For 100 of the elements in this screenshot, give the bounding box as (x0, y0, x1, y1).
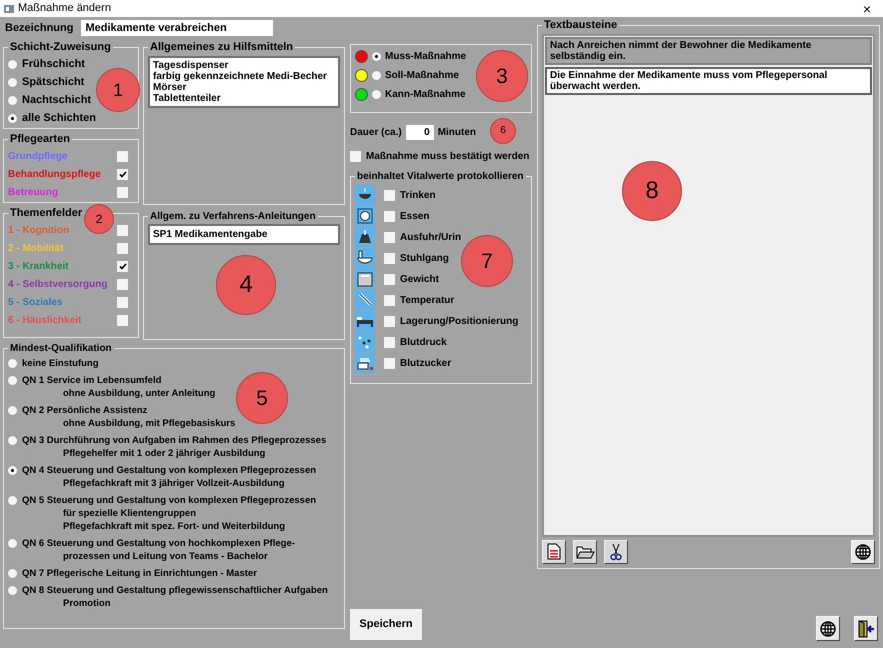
number-marker: 5 (236, 372, 288, 424)
procedure-textarea[interactable]: SP1 Medikamentengabe (148, 224, 340, 245)
radio-label: Nachtschicht (22, 92, 92, 108)
radio-button[interactable] (8, 569, 17, 578)
radio-button[interactable] (372, 90, 381, 99)
plate-icon[interactable] (355, 206, 375, 226)
option-label: QN 7 Pflegerische Leitung in Einrichtungen - Master (22, 567, 257, 580)
cut-button[interactable] (604, 540, 628, 564)
checkbox[interactable] (384, 190, 395, 200)
checkbox[interactable] (384, 232, 395, 242)
checkbox-label: Trinken (400, 188, 436, 202)
option-label: QN 5 Steuerung und Gestaltung von komplexen Pflegeprozessen (22, 494, 316, 507)
toilet-icon[interactable] (355, 248, 375, 268)
checkbox[interactable] (384, 252, 395, 264)
radio-button[interactable] (372, 52, 381, 61)
radio-button[interactable] (8, 359, 17, 368)
number-marker: 1 (96, 68, 140, 112)
radio-button[interactable] (8, 406, 17, 415)
globe-icon (820, 620, 836, 636)
checkbox[interactable] (384, 358, 395, 368)
bowl-icon[interactable] (355, 185, 375, 205)
aids-textarea[interactable]: Tagesdispenser farbig gekennzeichnete Medi-Becher Mörser Tablettenteiler (148, 56, 340, 108)
group-title: Allgemeines zu Hilfsmitteln (149, 40, 294, 55)
radio-button[interactable] (8, 436, 17, 445)
checkbox[interactable] (384, 336, 395, 348)
number-marker: 4 (216, 255, 276, 315)
close-button[interactable]: × (854, 2, 879, 16)
new-document-button[interactable] (542, 540, 566, 564)
option-label: Pflegefachkraft mit spez. Fort- und Weiterbildung (62, 520, 286, 533)
checkbox[interactable] (117, 224, 128, 236)
checkbox[interactable] (384, 294, 395, 306)
thermometer-icon[interactable] (355, 290, 375, 310)
app-icon (4, 4, 14, 14)
radio-label: Muss-Maßnahme (385, 50, 466, 64)
checkbox[interactable] (117, 150, 128, 162)
duration-field[interactable]: 0 (406, 124, 434, 140)
folder-icon (576, 544, 594, 559)
scale-icon[interactable] (355, 269, 375, 289)
radio-button[interactable] (8, 114, 17, 122)
checkbox[interactable] (384, 210, 395, 222)
radio-label: Frühschicht (22, 56, 85, 72)
checkbox[interactable] (117, 242, 128, 254)
checkbox[interactable] (117, 186, 128, 198)
checkbox-label: Blutdruck (400, 336, 447, 350)
checkbox[interactable] (117, 260, 128, 272)
radio-button[interactable] (8, 60, 17, 68)
checkbox-label: Temperatur (400, 294, 454, 308)
open-folder-button[interactable] (573, 540, 597, 564)
option-label: für spezielle Klientengruppen (62, 507, 198, 520)
group-title: Textbausteine (543, 18, 618, 33)
exit-button[interactable] (854, 616, 878, 641)
text-module[interactable]: Nach Anreichen nimmt der Bewohner die Medikamente selbständig ein. (545, 36, 872, 64)
option-label: prozessen und Leitung von Teams - Bachelor (62, 550, 269, 563)
field-label: Dauer (ca.) (350, 126, 402, 140)
option-label: 3 - Krankheit (8, 260, 69, 274)
globe-button[interactable] (816, 616, 840, 641)
option-label: QN 1 Service im Lebensumfeld (22, 374, 162, 387)
option-label: QN 2 Persönliche Assistenz (22, 404, 148, 417)
radio-button[interactable] (8, 96, 17, 104)
save-button[interactable]: Speichern (350, 609, 422, 640)
checkbox-label: Stuhlgang (400, 252, 449, 266)
radio-button[interactable] (8, 586, 17, 595)
radio-button[interactable] (8, 78, 17, 86)
checkbox[interactable] (350, 150, 361, 162)
bed-icon[interactable] (355, 311, 375, 331)
text-line: farbig gekennzeichnete Medi-Becher (153, 70, 328, 82)
radio-label: Kann-Maßnahme (385, 88, 466, 102)
radio-button[interactable] (8, 539, 17, 548)
checkbox[interactable] (117, 314, 128, 326)
checkbox[interactable] (384, 316, 395, 326)
radio-button[interactable] (8, 376, 17, 385)
globe-button[interactable] (851, 540, 875, 564)
option-label: Behandlungspflege (8, 168, 101, 182)
text-module[interactable]: Die Einnahme der Medikamente muss vom Pflegepersonal überwacht werden. (545, 66, 872, 94)
checkbox-label: Ausfuhr/Urin (400, 230, 462, 244)
field-label: Bezeichnung (5, 20, 74, 36)
radio-button[interactable] (372, 71, 381, 80)
option-label: Grundpflege (8, 150, 68, 164)
checkbox[interactable] (384, 274, 395, 284)
checkbox[interactable] (117, 296, 128, 308)
checkbox[interactable] (117, 278, 128, 290)
text-line: Tablettenteiler (153, 92, 222, 104)
checkbox-label: Lagerung/Positionierung (400, 314, 518, 328)
radio-button[interactable] (8, 496, 17, 505)
number-marker: 3 (476, 50, 528, 102)
checkbox-label: Gewicht (400, 272, 439, 286)
scissors-icon (610, 542, 622, 560)
radio-button[interactable] (8, 466, 17, 475)
group-title: Schicht-Zuweisung (9, 40, 112, 55)
text-line: Mörser (153, 82, 188, 92)
group-title: Pflegearten (9, 132, 71, 147)
checkbox[interactable] (117, 168, 128, 180)
option-label: keine Einstufung (22, 357, 99, 370)
dots-icon[interactable] (355, 332, 375, 352)
checkbox-label: Maßnahme muss bestätigt werden (366, 150, 530, 164)
unit-label: Minuten (438, 126, 476, 140)
name-field[interactable]: Medikamente verabreichen (81, 20, 274, 36)
option-label: QN 3 Durchführung von Aufgaben im Rahmen des Pflegeprozesses (22, 434, 326, 447)
option-label: QN 8 Steuerung und Gestaltung pflegewissenschaftlicher Aufgaben (22, 584, 328, 597)
exit-door-icon (857, 620, 875, 638)
